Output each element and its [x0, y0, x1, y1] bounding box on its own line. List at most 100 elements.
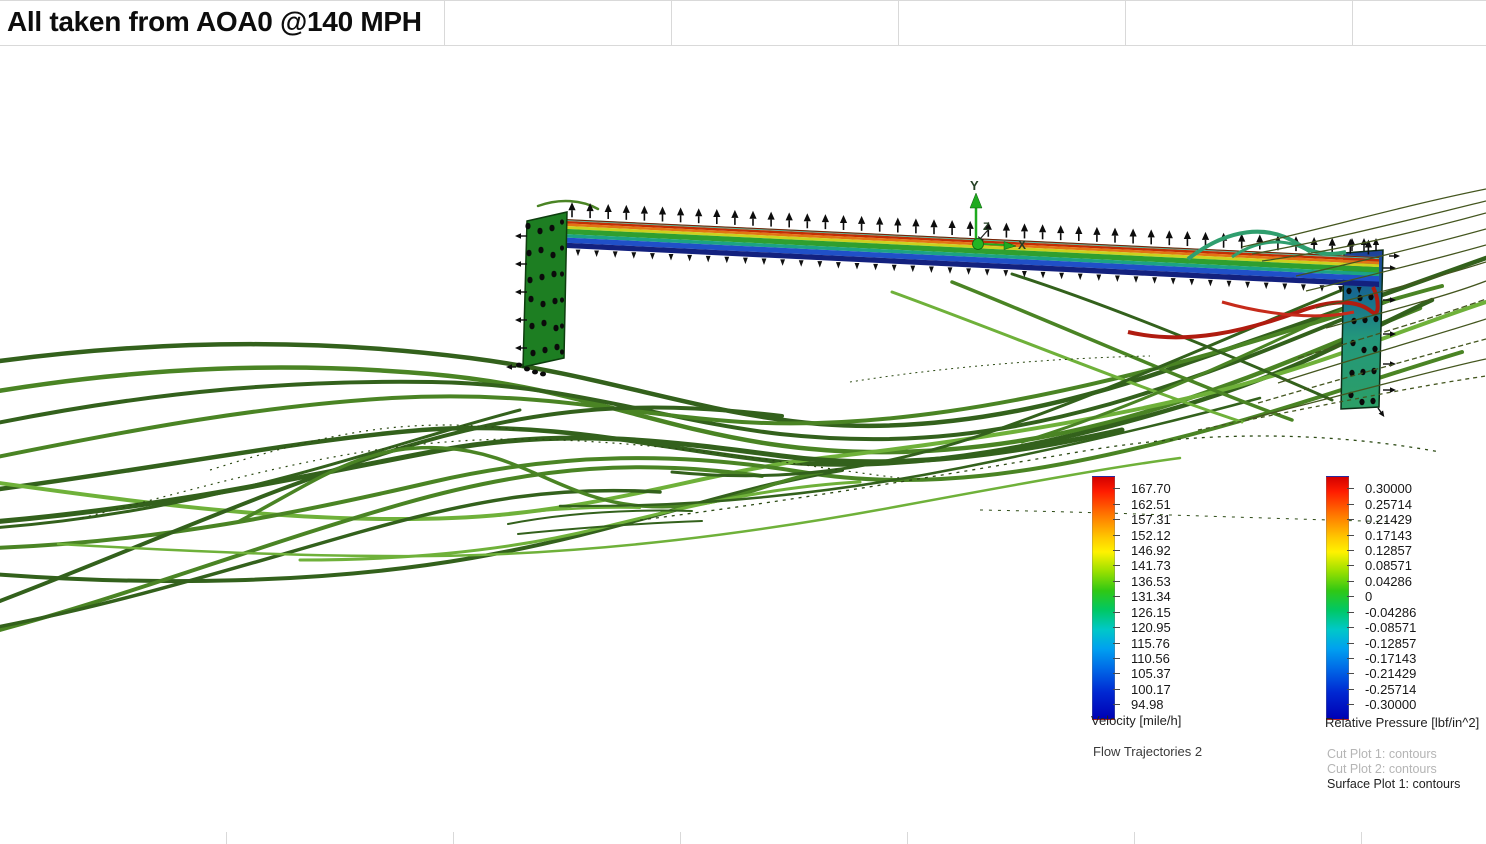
legend-value: 157.31	[1131, 513, 1171, 526]
legend-row: 0.30000	[1347, 481, 1416, 496]
legend-row: 0.08571	[1347, 558, 1416, 573]
legend-value: 0.04286	[1365, 575, 1412, 588]
legend-tick	[1347, 612, 1354, 613]
legend-value: 0.08571	[1365, 559, 1412, 572]
legend-row: -0.25714	[1347, 682, 1416, 697]
legend-value: -0.08571	[1365, 621, 1416, 634]
pressure-colorbar	[1326, 476, 1349, 720]
legend-value: 146.92	[1131, 544, 1171, 557]
legend-row: 100.17	[1113, 682, 1171, 697]
legend-value: 0.17143	[1365, 529, 1412, 542]
legend-tick	[1347, 504, 1354, 505]
velocity-legend-values: 167.70 162.51 157.31 152.12 146.92 141.73 136.…	[1113, 481, 1171, 713]
legend-tick	[1113, 704, 1120, 705]
legend-tick	[1113, 689, 1120, 690]
legend-value: 115.76	[1131, 637, 1170, 650]
legend-tick	[1347, 550, 1354, 551]
pressure-captions: Cut Plot 1: contoursCut Plot 2: contours…	[1327, 747, 1460, 792]
legend-value: 0.21429	[1365, 513, 1412, 526]
legend-tick	[1113, 504, 1120, 505]
legend-row: 146.92	[1113, 543, 1171, 558]
legend-value: -0.12857	[1365, 637, 1416, 650]
legend-tick	[1347, 488, 1354, 489]
legend-row: 157.31	[1113, 512, 1171, 527]
legend-row: 0.17143	[1347, 527, 1416, 542]
plot-caption: Surface Plot 1: contours	[1327, 777, 1460, 792]
legend-row: 0.04286	[1347, 574, 1416, 589]
legend-tick	[1347, 535, 1354, 536]
legend-tick	[1113, 535, 1120, 536]
legend-tick	[1113, 612, 1120, 613]
legend-tick	[1347, 704, 1354, 705]
legend-tick	[1347, 519, 1354, 520]
legend-tick	[1113, 581, 1120, 582]
legend-row: 136.53	[1113, 574, 1171, 589]
legend-value: -0.17143	[1365, 652, 1416, 665]
legend-value: -0.25714	[1365, 683, 1416, 696]
legend-value: 126.15	[1131, 606, 1171, 619]
legend-tick	[1113, 519, 1120, 520]
legend-tick	[1347, 658, 1354, 659]
legend-value: 120.95	[1131, 621, 1171, 634]
legend-tick	[1113, 550, 1120, 551]
legend-row: 0	[1347, 589, 1416, 604]
legend-row: 141.73	[1113, 558, 1171, 573]
endplate-left	[523, 212, 567, 367]
velocity-colorbar	[1092, 476, 1115, 720]
legend-row: -0.04286	[1347, 605, 1416, 620]
legend-row: 0.25714	[1347, 496, 1416, 511]
legend-row: 0.12857	[1347, 543, 1416, 558]
legend-value: 105.37	[1131, 667, 1171, 680]
legend-tick	[1113, 673, 1120, 674]
legend-row: 115.76	[1113, 635, 1171, 650]
legend-value: 152.12	[1131, 529, 1171, 542]
legend-row: 167.70	[1113, 481, 1171, 496]
legend-value: 94.98	[1131, 698, 1164, 711]
pressure-legend-values: 0.300000.25714 0.21429 0.17143 0.12857 0.085…	[1347, 481, 1416, 713]
legend-tick	[1113, 643, 1120, 644]
legend-tick	[1347, 581, 1354, 582]
axis-y-label: Y	[970, 178, 979, 193]
legend-value: -0.21429	[1365, 667, 1416, 680]
velocity-legend-title: Velocity [mile/h]	[1091, 713, 1181, 728]
legend-row: 0.21429	[1347, 512, 1416, 527]
legend-value: 0	[1365, 590, 1372, 603]
legend-row: 131.34	[1113, 589, 1171, 604]
legend-row: 162.51	[1113, 496, 1171, 511]
legend-value: 141.73	[1131, 559, 1171, 572]
legend-tick	[1113, 658, 1120, 659]
cfd-scene: Y Z X	[0, 0, 1486, 844]
legend-row: 120.95	[1113, 620, 1171, 635]
plot-caption: Cut Plot 1: contours	[1327, 747, 1460, 762]
legend-value: 136.53	[1131, 575, 1171, 588]
axis-z-label: Z	[983, 221, 990, 233]
legend-row: 152.12	[1113, 527, 1171, 542]
legend-value: 162.51	[1131, 498, 1171, 511]
legend-row: 94.98	[1113, 697, 1171, 712]
legend-row: 110.56	[1113, 651, 1171, 666]
legend-tick	[1347, 627, 1354, 628]
legend-value: -0.30000	[1365, 698, 1416, 711]
legend-value: 167.70	[1131, 482, 1171, 495]
legend-tick	[1347, 565, 1354, 566]
legend-row: -0.12857	[1347, 635, 1416, 650]
spreadsheet-page: { "sheet": { "title": "All taken from AO…	[0, 0, 1486, 844]
legend-tick	[1347, 689, 1354, 690]
legend-value: 0.12857	[1365, 544, 1412, 557]
legend-row: -0.21429	[1347, 666, 1416, 681]
legend-value: 110.56	[1131, 652, 1170, 665]
legend-tick	[1347, 643, 1354, 644]
legend-value: 131.34	[1131, 590, 1171, 603]
legend-row: -0.30000	[1347, 697, 1416, 712]
legend-row: 105.37	[1113, 666, 1171, 681]
legend-tick	[1113, 565, 1120, 566]
legend-tick	[1347, 596, 1354, 597]
legend-value: 100.17	[1131, 683, 1171, 696]
axis-x-label: X	[1018, 238, 1026, 252]
legend-value: -0.04286	[1365, 606, 1416, 619]
pressure-legend-title: Relative Pressure [lbf/in^2]	[1325, 715, 1479, 730]
legend-row: -0.17143	[1347, 651, 1416, 666]
flow-trajectories-caption: Flow Trajectories 2	[1093, 744, 1202, 759]
legend-row: 126.15	[1113, 605, 1171, 620]
legend-value: 0.30000	[1365, 482, 1412, 495]
